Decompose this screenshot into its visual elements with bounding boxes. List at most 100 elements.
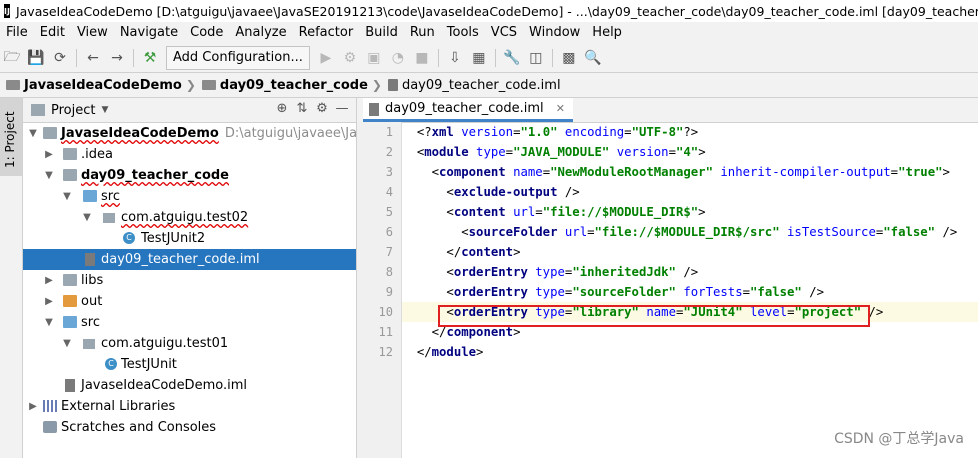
project-view-selector[interactable]: Project: [51, 103, 95, 118]
tree-item-out[interactable]: ▶ out: [23, 291, 356, 312]
menu-view[interactable]: View: [71, 22, 114, 44]
tree-item-label: .idea: [81, 147, 113, 162]
menu-build[interactable]: Build: [359, 22, 404, 44]
editor-tab-iml[interactable]: day09_teacher_code.iml ✕: [363, 98, 573, 122]
save-all-icon[interactable]: 💾: [25, 47, 47, 69]
locate-target-icon[interactable]: ⊕: [272, 101, 292, 116]
settings-wrench-icon[interactable]: 🔧: [501, 47, 523, 69]
tree-item-class[interactable]: C TestJUnit2: [23, 228, 356, 249]
stop-icon[interactable]: ■: [411, 47, 433, 69]
menu-help[interactable]: Help: [586, 22, 628, 44]
tree-item-root-iml[interactable]: JavaseIdeaCodeDemo.iml: [23, 375, 356, 396]
chevron-down-icon[interactable]: ▼: [61, 333, 73, 354]
line-number: 12: [378, 345, 393, 359]
project-tool-tab[interactable]: 1: Project: [0, 98, 22, 176]
add-configuration-button[interactable]: Add Configuration...: [166, 46, 310, 70]
tree-item-label: com.atguigu.test01: [101, 336, 229, 351]
line-number: 3: [385, 165, 393, 179]
tree-item-label: src: [101, 189, 120, 204]
navigation-breadcrumbs: JavaseIdeaCodeDemo ❯ day09_teacher_code …: [0, 73, 978, 98]
menu-edit[interactable]: Edit: [34, 22, 71, 44]
structure-icon[interactable]: ◫: [525, 47, 547, 69]
folder-icon: [43, 127, 57, 139]
tree-item-label: TestJUnit2: [141, 231, 206, 246]
sync-icon[interactable]: ⟳: [49, 47, 71, 69]
collapse-all-icon[interactable]: ⇅: [292, 101, 312, 116]
chevron-right-icon[interactable]: ▶: [27, 396, 39, 417]
debug-icon[interactable]: ⚙: [339, 47, 361, 69]
breadcrumb-module[interactable]: day09_teacher_code: [201, 78, 368, 93]
update-project-icon[interactable]: ⇩: [444, 47, 466, 69]
tree-item-class[interactable]: C TestJUnit: [23, 354, 356, 375]
menu-file[interactable]: File: [0, 22, 34, 44]
hide-icon[interactable]: —: [332, 101, 352, 116]
tree-item-libs[interactable]: ▶ libs: [23, 270, 356, 291]
tree-item-package[interactable]: ▼ com.atguigu.test02: [23, 207, 356, 228]
gear-icon[interactable]: ⚙: [312, 101, 332, 116]
breadcrumb-project[interactable]: JavaseIdeaCodeDemo: [6, 78, 182, 93]
chevron-right-icon[interactable]: ▶: [43, 291, 55, 312]
tree-item-src[interactable]: ▼ src: [23, 312, 356, 333]
build-hammer-icon[interactable]: ⚒: [139, 47, 161, 69]
menu-refactor[interactable]: Refactor: [293, 22, 360, 44]
annotation-highlight-box: [438, 305, 870, 327]
tree-item-iml-selected[interactable]: day09_teacher_code.iml: [23, 249, 356, 270]
menu-navigate[interactable]: Navigate: [114, 22, 184, 44]
module-file-icon: [85, 253, 95, 266]
module-file-icon: [369, 103, 379, 116]
tree-item-package[interactable]: ▼ com.atguigu.test01: [23, 333, 356, 354]
project-panel-header: Project ▼ ⊕ ⇅ ⚙ —: [23, 98, 356, 123]
chevron-down-icon[interactable]: ▼: [81, 207, 93, 228]
tree-item-label: com.atguigu.test02: [121, 210, 249, 225]
search-everywhere-icon[interactable]: 🔍: [582, 47, 604, 69]
code-line: 4 <exclude-output />: [386, 182, 978, 202]
breadcrumb-file[interactable]: day09_teacher_code.iml: [387, 78, 561, 93]
chevron-down-icon[interactable]: ▼: [27, 123, 39, 144]
tree-item-idea[interactable]: ▶ .idea: [23, 144, 356, 165]
code-line: 8 <orderEntry type="inheritedJdk" />: [386, 262, 978, 282]
terminal-icon[interactable]: ▩: [558, 47, 580, 69]
code-area[interactable]: 1 <?xml version="1.0" encoding="UTF-8"?>…: [379, 122, 978, 458]
run-icon[interactable]: ▶: [315, 47, 337, 69]
back-arrow-icon[interactable]: ←: [82, 47, 104, 69]
menu-run[interactable]: Run: [404, 22, 441, 44]
open-folder-icon[interactable]: 🗁: [1, 47, 23, 69]
code-line: 12 </module>: [379, 342, 978, 362]
chevron-right-icon[interactable]: ▶: [43, 144, 55, 165]
java-class-icon: C: [105, 358, 117, 370]
menu-tools[interactable]: Tools: [441, 22, 485, 44]
menu-analyze[interactable]: Analyze: [229, 22, 292, 44]
chevron-down-icon[interactable]: ▼: [61, 186, 73, 207]
tree-item-scratches[interactable]: Scratches and Consoles: [23, 417, 356, 438]
toolbar-divider: [76, 49, 77, 67]
tree-item-path: D:\atguigu\javaee\JavaSE2: [224, 126, 357, 141]
tree-item-label: libs: [81, 273, 104, 288]
tree-item-module[interactable]: ▼ day09_teacher_code: [23, 165, 356, 186]
coverage-icon[interactable]: ▣: [363, 47, 385, 69]
project-structure-icon[interactable]: ▦: [468, 47, 490, 69]
forward-arrow-icon[interactable]: →: [106, 47, 128, 69]
chevron-down-icon[interactable]: ▼: [43, 165, 55, 186]
package-icon: [103, 213, 115, 223]
folder-icon: [6, 80, 20, 90]
close-icon[interactable]: ✕: [556, 102, 565, 115]
chevron-down-icon[interactable]: ▼: [101, 105, 108, 115]
profile-icon[interactable]: ◔: [387, 47, 409, 69]
chevron-down-icon[interactable]: ▼: [43, 312, 55, 333]
folder-icon: [63, 148, 77, 160]
chevron-right-icon[interactable]: ▶: [43, 270, 55, 291]
tree-item-src[interactable]: ▼ src: [23, 186, 356, 207]
tree-item-project-root[interactable]: ▼ JavaseIdeaCodeDemo D:\atguigu\javaee\Ja…: [23, 123, 356, 144]
tree-item-external-libraries[interactable]: ▶ External Libraries: [23, 396, 356, 417]
window-title: JavaseIdeaCodeDemo [D:\atguigu\javaee\Ja…: [15, 3, 978, 19]
menu-window[interactable]: Window: [523, 22, 586, 44]
line-number: 6: [385, 225, 393, 239]
tree-item-label: day09_teacher_code: [81, 168, 229, 183]
tree-item-label: External Libraries: [61, 399, 176, 414]
code-line: 3 <component name="NewModuleRootManager"…: [386, 162, 978, 182]
menu-code[interactable]: Code: [184, 22, 229, 44]
intellij-app-icon: IJ: [4, 4, 10, 18]
menu-vcs[interactable]: VCS: [485, 22, 523, 44]
tree-item-label: Scratches and Consoles: [61, 420, 217, 435]
toolbar-divider: [551, 49, 553, 67]
